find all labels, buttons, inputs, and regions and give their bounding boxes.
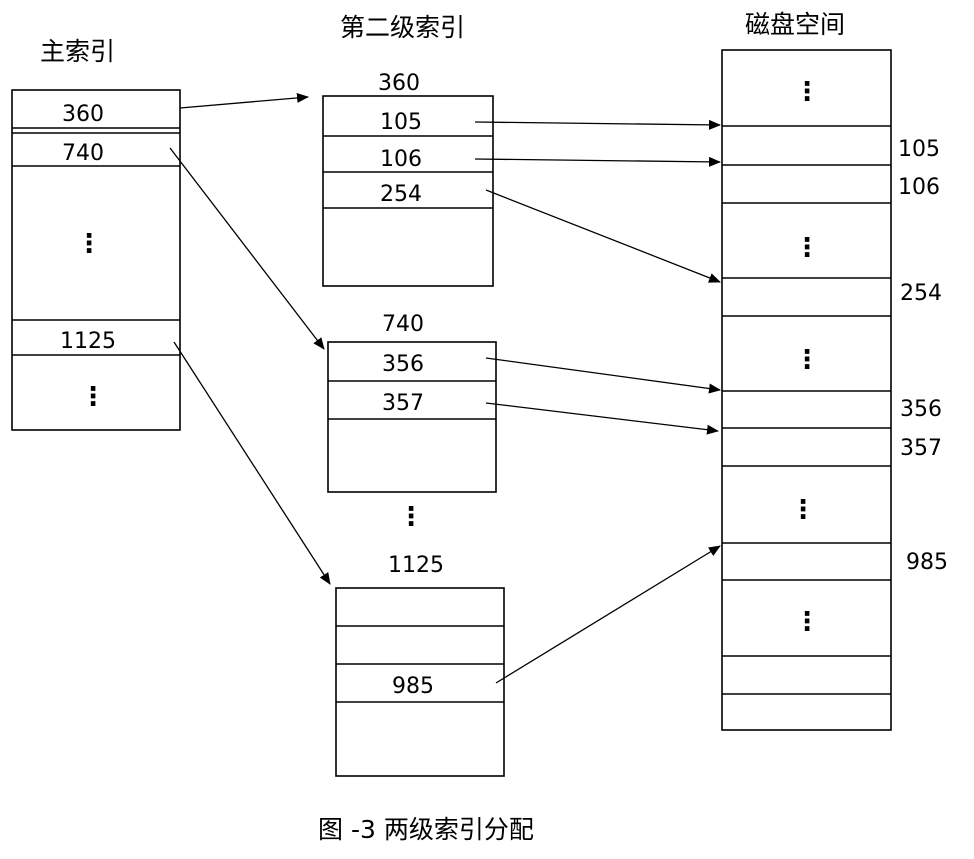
main-index-table: 360 740 ⋮ 1125 ⋮: [11, 89, 181, 431]
block-1125-entry: 985: [392, 674, 434, 699]
arrow-main-360-to-block: [179, 92, 309, 109]
index-block-740: 356 357: [327, 341, 497, 493]
arrow-105-to-disk: [474, 119, 721, 130]
disk-address: 105: [898, 137, 940, 162]
block-360-entry: 254: [380, 182, 422, 207]
main-index-ellipsis: ⋮: [80, 382, 106, 412]
disk-ellipsis: ⋮: [794, 607, 820, 637]
main-index-entry: 740: [62, 141, 104, 166]
disk-address: 356: [900, 397, 942, 422]
arrow-985-to-disk: [495, 545, 721, 684]
disk-ellipsis: ⋮: [790, 495, 816, 525]
figure-caption: 图 -3 两级索引分配: [318, 815, 534, 844]
block-360-entry: 105: [380, 110, 422, 135]
arrow-main-1125-to-block: [173, 341, 331, 585]
disk-space-title: 磁盘空间: [745, 10, 845, 39]
index-block-360: 105 106 254: [322, 95, 494, 287]
disk-ellipsis: ⋮: [794, 345, 820, 375]
main-index-title: 主索引: [40, 37, 115, 66]
index-block-1125: 985: [335, 587, 505, 777]
disk-ellipsis: ⋮: [794, 77, 820, 107]
second-index-gap-ellipsis: ⋮: [398, 502, 424, 532]
block-1125-label: 1125: [388, 553, 444, 578]
arrow-357-to-disk: [485, 402, 719, 435]
disk-address: 106: [898, 175, 940, 200]
arrow-main-740-to-block: [169, 147, 325, 350]
block-360-label: 360: [378, 71, 420, 96]
disk-address: 254: [900, 281, 942, 306]
second-index-title: 第二级索引: [340, 13, 465, 42]
arrow-356-to-disk: [485, 357, 721, 394]
main-index-entry: 1125: [60, 329, 116, 354]
block-740-entry: 357: [382, 391, 424, 416]
two-level-index-diagram: 主索引 第二级索引 磁盘空间 360 740 ⋮ 1125 ⋮ 360 105 …: [11, 10, 948, 844]
block-360-entry: 106: [380, 147, 422, 172]
block-740-entry: 356: [382, 352, 424, 377]
main-index-entry: 360: [62, 102, 104, 127]
arrow-254-to-disk: [485, 189, 721, 283]
disk-address: 357: [900, 436, 942, 461]
disk-space-column: ⋮ ⋮ ⋮ ⋮ ⋮: [721, 49, 892, 731]
disk-ellipsis: ⋮: [794, 233, 820, 263]
arrow-106-to-disk: [474, 156, 721, 167]
block-740-label: 740: [382, 312, 424, 337]
main-index-ellipsis: ⋮: [76, 229, 102, 259]
disk-address: 985: [906, 550, 948, 575]
